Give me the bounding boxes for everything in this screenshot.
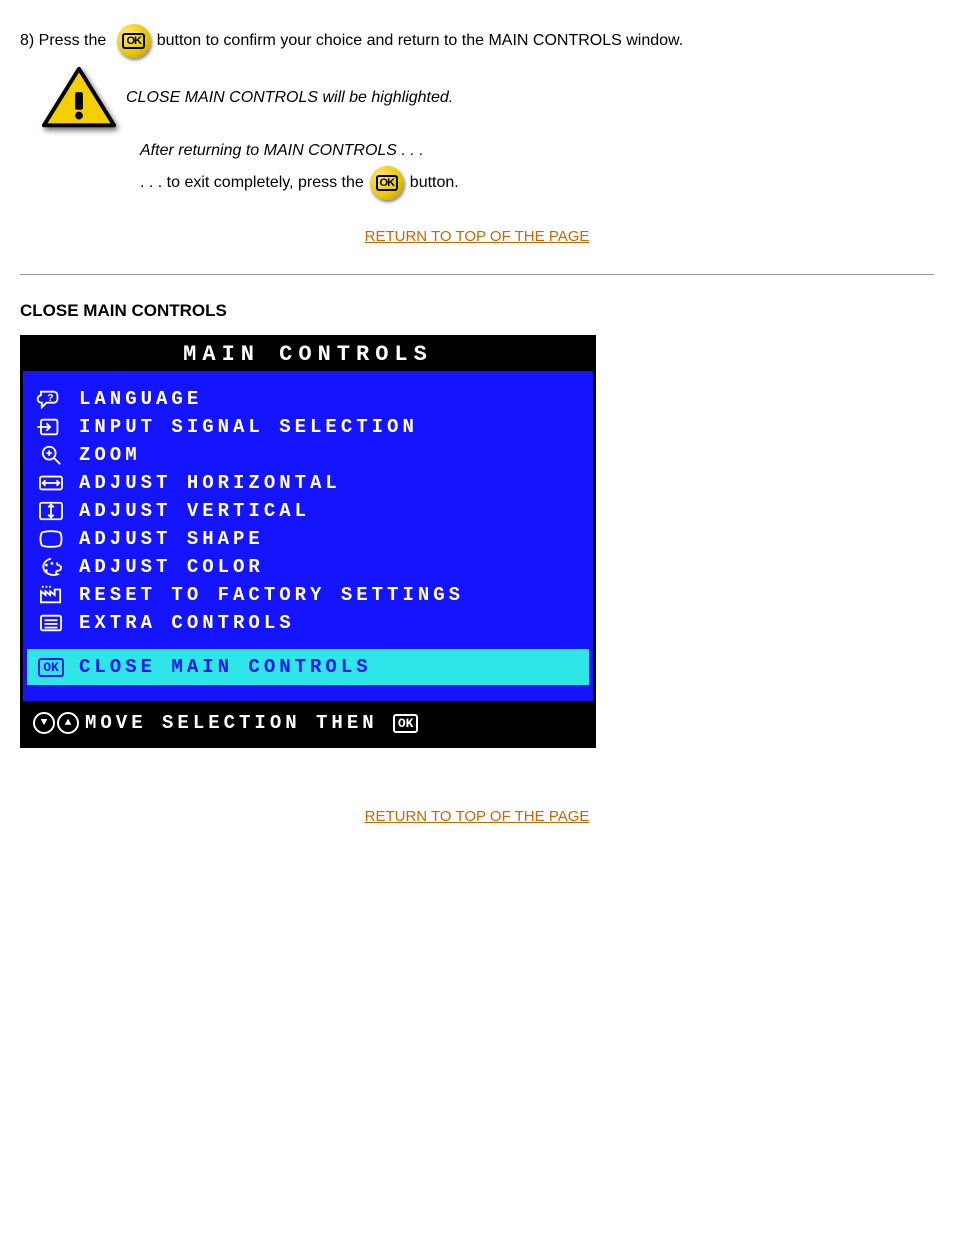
shape-icon bbox=[33, 527, 69, 551]
input-arrow-icon bbox=[33, 415, 69, 439]
close-main-controls-heading: CLOSE MAIN CONTROLS bbox=[20, 301, 934, 321]
step8-label: 8) Press the bbox=[20, 32, 111, 50]
osd-item-label: ADJUST SHAPE bbox=[79, 528, 264, 550]
osd-footer: ▼▲ MOVE SELECTION THEN OK bbox=[23, 701, 593, 745]
palette-icon bbox=[33, 555, 69, 579]
speech-question-icon: ? bbox=[33, 387, 69, 411]
osd-item-adjust-horizontal: ADJUST HORIZONTAL bbox=[33, 469, 583, 497]
osd-item-close-main-controls: OK CLOSE MAIN CONTROLS bbox=[27, 649, 589, 685]
separator bbox=[20, 274, 934, 275]
ok-button-icon: OK bbox=[117, 24, 151, 58]
up-down-arrows-icon: ▼▲ bbox=[33, 712, 79, 734]
after-text: After returning to MAIN CONTROLS . . . bbox=[140, 142, 424, 159]
osd-item-extra-controls: EXTRA CONTROLS bbox=[33, 609, 583, 637]
ok-button-icon: OK bbox=[370, 166, 404, 200]
osd-item-label: ADJUST COLOR bbox=[79, 556, 264, 578]
osd-item-adjust-color: ADJUST COLOR bbox=[33, 553, 583, 581]
osd-item-label: ZOOM bbox=[79, 444, 141, 466]
warning-triangle-icon bbox=[40, 66, 118, 130]
osd-item-input-signal: INPUT SIGNAL SELECTION bbox=[33, 413, 583, 441]
osd-item-adjust-vertical: ADJUST VERTICAL bbox=[33, 497, 583, 525]
magnify-plus-icon bbox=[33, 443, 69, 467]
step9-before: . . . to exit completely, press the bbox=[140, 174, 364, 192]
step8-after: button to confirm your choice and return… bbox=[157, 32, 683, 50]
osd-item-label: CLOSE MAIN CONTROLS bbox=[79, 656, 372, 678]
ok-box-icon: OK bbox=[33, 655, 69, 679]
osd-footer-text: MOVE SELECTION THEN bbox=[85, 712, 378, 734]
osd-item-label: RESET TO FACTORY SETTINGS bbox=[79, 584, 464, 606]
osd-item-label: EXTRA CONTROLS bbox=[79, 612, 295, 634]
arrows-vertical-icon bbox=[33, 499, 69, 523]
step9-after: button. bbox=[410, 174, 459, 192]
osd-item-zoom: ZOOM bbox=[33, 441, 583, 469]
osd-item-label: LANGUAGE bbox=[79, 388, 202, 410]
arrows-horizontal-icon bbox=[33, 471, 69, 495]
warning-text: CLOSE MAIN CONTROLS will be highlighted. bbox=[126, 89, 453, 107]
osd-item-label: ADJUST HORIZONTAL bbox=[79, 472, 341, 494]
return-to-top-link[interactable]: RETURN TO TOP OF THE PAGE bbox=[365, 228, 590, 245]
osd-item-label: INPUT SIGNAL SELECTION bbox=[79, 416, 418, 438]
list-icon bbox=[33, 611, 69, 635]
osd-title: MAIN CONTROLS bbox=[23, 338, 593, 371]
osd-item-reset-factory: RESET TO FACTORY SETTINGS bbox=[33, 581, 583, 609]
osd-item-adjust-shape: ADJUST SHAPE bbox=[33, 525, 583, 553]
return-to-top-link[interactable]: RETURN TO TOP OF THE PAGE bbox=[365, 808, 590, 825]
osd-menu: MAIN CONTROLS ? LANGUAGE bbox=[20, 335, 596, 748]
osd-item-label: ADJUST VERTICAL bbox=[79, 500, 310, 522]
osd-item-language: ? LANGUAGE bbox=[33, 385, 583, 413]
svg-text:?: ? bbox=[47, 393, 53, 404]
ok-box-icon: OK bbox=[388, 711, 424, 735]
factory-icon bbox=[33, 583, 69, 607]
